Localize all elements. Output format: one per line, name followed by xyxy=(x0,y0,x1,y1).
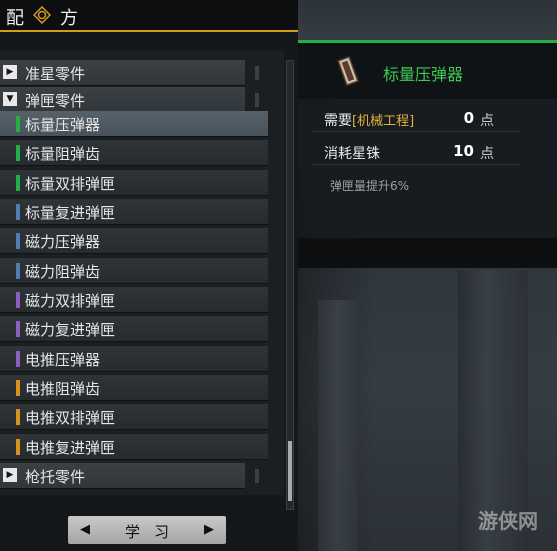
recipe-item[interactable]: 电推阻弹齿 xyxy=(0,375,268,401)
watermark: 游侠网 xyxy=(478,509,538,533)
recipe-item[interactable]: 电推压弹器 xyxy=(0,346,268,372)
background-top xyxy=(298,0,557,40)
caret-right-icon[interactable]: ▶ xyxy=(204,522,214,537)
title-left: 配 xyxy=(6,8,25,29)
rarity-bar xyxy=(16,263,20,279)
row-label: 电推阻弹齿 xyxy=(25,380,101,398)
title-right: 方 xyxy=(60,8,79,29)
row-label: 标量压弹器 xyxy=(25,116,101,134)
row-label: 标量双排弹匣 xyxy=(25,175,116,193)
row-label: 磁力压弹器 xyxy=(25,233,101,251)
rarity-bar xyxy=(16,380,20,396)
category-row[interactable]: ▶ 准星零件 xyxy=(0,60,259,86)
rarity-bar xyxy=(16,233,20,249)
divider xyxy=(255,66,259,80)
background-pillar xyxy=(318,300,358,551)
recipe-item[interactable]: 电推复进弹匣 xyxy=(0,434,268,460)
row-label: 磁力复进弹匣 xyxy=(25,321,116,339)
row-label: 标量复进弹匣 xyxy=(25,204,116,222)
requirement-row: 需要[机械工程] 0 点 xyxy=(312,106,520,132)
caret-down-icon[interactable]: ▼ xyxy=(3,92,17,106)
row-label: 准星零件 xyxy=(25,65,86,83)
scroll-thumb[interactable] xyxy=(288,441,292,501)
recipe-item[interactable]: 磁力双排弹匣 xyxy=(0,287,268,313)
requirement-label: 需要[机械工程] xyxy=(324,113,415,129)
cost-row: 消耗星铢 10 点 xyxy=(312,139,520,165)
recipe-list: ▶ 准星零件 ▼ 弹匣零件标量压弹器标量阻弹齿标量双排弹匣 标量复进弹匣 磁力压弹器磁力阻… xyxy=(0,50,284,495)
recipe-panel: 配 方 ▶ 准星零件 ▼ 弹匣零件标量压弹器标量阻弹齿标量双排弹匣 标量复进弹匣 磁力压弹… xyxy=(0,0,298,551)
skill-tag: [机械工程] xyxy=(352,114,415,129)
recipe-item[interactable]: 磁力复进弹匣 xyxy=(0,316,268,342)
rarity-bar xyxy=(16,116,20,132)
divider xyxy=(255,93,259,107)
rarity-bar xyxy=(16,204,20,220)
item-name: 标量压弹器 xyxy=(383,65,464,84)
rarity-bar xyxy=(16,351,20,367)
rarity-bar xyxy=(16,292,20,308)
detail-footer xyxy=(298,238,557,268)
gear-icon xyxy=(33,6,51,24)
caret-right-icon[interactable]: ▶ xyxy=(3,65,17,79)
caret-right-icon[interactable]: ▶ xyxy=(3,468,17,482)
requirement-value: 0 xyxy=(463,109,474,127)
row-label: 电推复进弹匣 xyxy=(25,439,116,457)
row-label: 电推压弹器 xyxy=(25,351,101,369)
rarity-bar xyxy=(16,439,20,455)
recipe-item[interactable]: 电推双排弹匣 xyxy=(0,404,268,430)
panel-header: 配 方 xyxy=(0,0,298,32)
item-detail-panel: 标量压弹器 需要[机械工程] 0 点 消耗星铢 10 点 弹匣量提升6% xyxy=(298,40,557,268)
row-label: 枪托零件 xyxy=(25,468,86,486)
cost-value: 10 xyxy=(453,142,474,160)
rarity-bar xyxy=(16,321,20,337)
recipe-item[interactable]: 磁力阻弹齿 xyxy=(0,258,268,284)
category-row[interactable]: ▶ 枪托零件 xyxy=(0,463,259,489)
learn-button[interactable]: ◀ 学习 ▶ xyxy=(68,516,226,544)
recipe-item[interactable]: 标量复进弹匣 xyxy=(0,199,268,225)
recipe-item[interactable]: 标量压弹器 xyxy=(0,111,268,137)
divider xyxy=(255,469,259,483)
cost-label: 消耗星铢 xyxy=(324,146,380,162)
row-label: 磁力阻弹齿 xyxy=(25,263,101,281)
item-description: 弹匣量提升6% xyxy=(330,179,410,193)
row-label: 标量阻弹齿 xyxy=(25,145,101,163)
cost-unit: 点 xyxy=(480,146,494,162)
requirement-unit: 点 xyxy=(480,113,494,129)
row-label: 磁力双排弹匣 xyxy=(25,292,116,310)
learn-button-label: 学习 xyxy=(124,523,183,541)
rarity-bar xyxy=(16,175,20,191)
category-row[interactable]: ▼ 弹匣零件 xyxy=(0,87,259,113)
row-label: 电推双排弹匣 xyxy=(25,409,116,427)
rarity-bar xyxy=(16,409,20,425)
detail-header: 标量压弹器 xyxy=(298,43,557,99)
list-scrollbar[interactable] xyxy=(286,60,294,510)
recipe-item[interactable]: 磁力压弹器 xyxy=(0,228,268,254)
row-label: 弹匣零件 xyxy=(25,92,86,110)
recipe-item[interactable]: 标量阻弹齿 xyxy=(0,140,268,166)
rarity-bar xyxy=(16,145,20,161)
magazine-loader-icon xyxy=(336,54,360,88)
recipe-item[interactable]: 标量双排弹匣 xyxy=(0,170,268,196)
